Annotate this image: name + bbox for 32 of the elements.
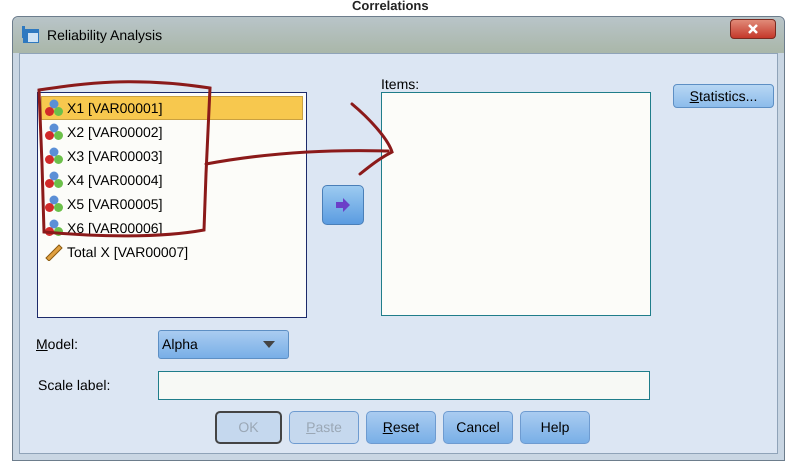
variable-item[interactable]: Total X [VAR00007] xyxy=(41,240,303,264)
scale-label-field[interactable] xyxy=(158,371,650,400)
variable-item[interactable]: X4 [VAR00004] xyxy=(41,168,303,192)
variable-icon xyxy=(44,195,64,213)
window-title: Reliability Analysis xyxy=(47,26,162,45)
variable-item[interactable]: X1 [VAR00001] xyxy=(41,96,303,120)
model-dropdown[interactable]: Alpha xyxy=(158,330,289,359)
variable-list[interactable]: X1 [VAR00001] X2 [VAR00002] X3 [VAR00003] X4 [VAR00004] X5 [VAR00005] X6 [VAR00006] Total X [VAR00007] xyxy=(37,92,307,318)
variable-item[interactable]: X2 [VAR00002] xyxy=(41,120,303,144)
scale-label: Scale label: xyxy=(38,376,112,395)
dialog-button[interactable]: Cancel xyxy=(443,411,513,444)
caret-icon xyxy=(263,341,275,348)
move-button[interactable] xyxy=(322,185,364,225)
variable-item[interactable]: X3 [VAR00003] xyxy=(41,144,303,168)
variable-icon xyxy=(44,123,64,141)
statistics-button[interactable]: Statistics... xyxy=(673,84,774,108)
dialog-button[interactable]: Help xyxy=(520,411,590,444)
document-heading: Correlations xyxy=(352,0,429,13)
variable-icon xyxy=(44,147,64,165)
model-label: Model: xyxy=(36,335,80,354)
arrow-right-icon xyxy=(335,198,351,212)
ruler-icon xyxy=(44,243,64,261)
variable-icon xyxy=(44,219,64,237)
items-label: Items: xyxy=(381,76,420,92)
close-icon xyxy=(747,24,759,34)
variable-icon xyxy=(44,171,64,189)
variable-icon xyxy=(44,99,64,117)
window-icon xyxy=(21,25,41,45)
variable-item[interactable]: X5 [VAR00005] xyxy=(41,192,303,216)
variable-item[interactable]: X6 [VAR00006] xyxy=(41,216,303,240)
dialog-button[interactable]: Reset xyxy=(366,411,436,444)
close-button[interactable] xyxy=(730,19,776,39)
